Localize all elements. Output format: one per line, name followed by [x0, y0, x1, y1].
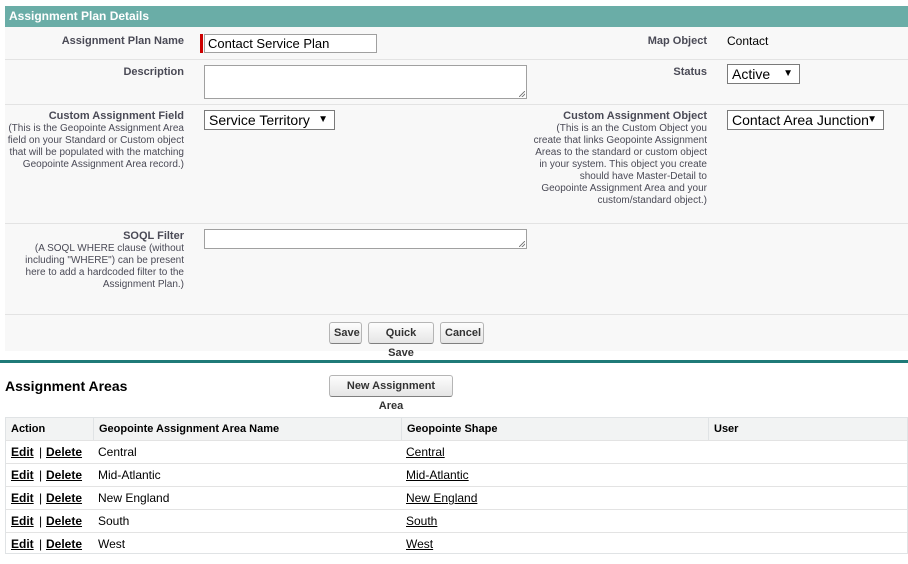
edit-link[interactable]: Edit	[11, 441, 34, 463]
table-row: Edit | Delete Central Central	[6, 440, 907, 463]
related-list-title: Assignment Areas	[5, 378, 128, 394]
table-row: Edit | Delete New England New England	[6, 486, 907, 509]
status-selected-value: Active	[732, 66, 771, 82]
table-row: Edit | Delete South South	[6, 509, 907, 532]
divider	[5, 104, 908, 105]
soql-filter-label: SOQL Filter	[123, 230, 184, 242]
map-object-label: Map Object	[647, 35, 707, 47]
description-textarea[interactable]	[204, 65, 527, 99]
action-separator: |	[39, 491, 43, 505]
edit-link[interactable]: Edit	[11, 487, 34, 509]
description-label: Description	[123, 66, 184, 78]
section-header-assignment-plan-details: Assignment Plan Details	[5, 6, 908, 27]
action-separator: |	[39, 445, 43, 459]
edit-link[interactable]: Edit	[11, 510, 34, 532]
save-button[interactable]: Save	[329, 322, 362, 344]
area-name: Central	[98, 445, 137, 459]
custom-object-select[interactable]: Contact Area Junction ▼	[727, 110, 884, 130]
divider	[5, 59, 908, 60]
action-separator: |	[39, 537, 43, 551]
dropdown-caret-icon: ▼	[783, 68, 793, 79]
new-assignment-area-button[interactable]: New Assignment Area	[329, 375, 453, 412]
detail-panel: Assignment Plan Name Contact Service Pla…	[5, 27, 908, 359]
status-label: Status	[673, 66, 707, 78]
divider	[5, 314, 908, 315]
soql-filter-help: (A SOQL WHERE clause (without including …	[25, 243, 184, 290]
shape-link[interactable]: West	[406, 533, 433, 555]
table-row: Edit | Delete West West	[6, 532, 907, 555]
edit-link[interactable]: Edit	[11, 464, 34, 486]
resize-grip-icon[interactable]	[519, 241, 525, 247]
custom-field-help: (This is the Geopointe Assignment Area f…	[7, 123, 184, 170]
shape-link[interactable]: South	[406, 510, 437, 532]
custom-object-label: Custom Assignment Object	[563, 110, 707, 122]
plan-name-label: Assignment Plan Name	[61, 35, 184, 47]
plan-name-input[interactable]: Contact Service Plan	[204, 34, 377, 53]
area-name: New England	[98, 491, 170, 505]
custom-field-select[interactable]: Service Territory ▼	[204, 110, 335, 130]
soql-filter-textarea[interactable]	[204, 229, 527, 249]
shape-link[interactable]: New England	[406, 487, 477, 509]
shape-link[interactable]: Central	[406, 441, 445, 463]
delete-link[interactable]: Delete	[46, 510, 82, 532]
column-header-name: Geopointe Assignment Area Name	[93, 418, 401, 440]
quick-save-button[interactable]: Quick Save	[368, 322, 434, 359]
dropdown-caret-icon: ▼	[867, 114, 877, 125]
custom-field-label: Custom Assignment Field	[48, 110, 184, 122]
map-object-value: Contact	[727, 34, 769, 48]
delete-link[interactable]: Delete	[46, 487, 82, 509]
area-name: Mid-Atlantic	[98, 468, 161, 482]
section-divider	[0, 360, 908, 363]
column-header-action: Action	[6, 418, 93, 440]
custom-field-selected-value: Service Territory	[209, 112, 310, 128]
column-header-shape: Geopointe Shape	[401, 418, 708, 440]
edit-link[interactable]: Edit	[11, 533, 34, 555]
custom-object-selected-value: Contact Area Junction	[732, 112, 869, 128]
table-row: Edit | Delete Mid-Atlantic Mid-Atlantic	[6, 463, 907, 486]
area-name: South	[98, 514, 130, 528]
delete-link[interactable]: Delete	[46, 533, 82, 555]
column-header-user: User	[708, 418, 907, 440]
custom-object-help: (This is an the Custom Object you create…	[533, 123, 707, 206]
divider	[5, 223, 908, 224]
resize-grip-icon[interactable]	[519, 91, 525, 97]
required-indicator	[200, 34, 203, 53]
dropdown-caret-icon: ▼	[318, 114, 328, 125]
assignment-areas-table: Action Geopointe Assignment Area Name Ge…	[5, 417, 908, 554]
action-separator: |	[39, 514, 43, 528]
status-select[interactable]: Active ▼	[727, 64, 800, 84]
delete-link[interactable]: Delete	[46, 441, 82, 463]
cancel-button[interactable]: Cancel	[440, 322, 484, 344]
delete-link[interactable]: Delete	[46, 464, 82, 486]
area-name: West	[98, 537, 126, 551]
action-separator: |	[39, 468, 43, 482]
shape-link[interactable]: Mid-Atlantic	[406, 464, 469, 486]
